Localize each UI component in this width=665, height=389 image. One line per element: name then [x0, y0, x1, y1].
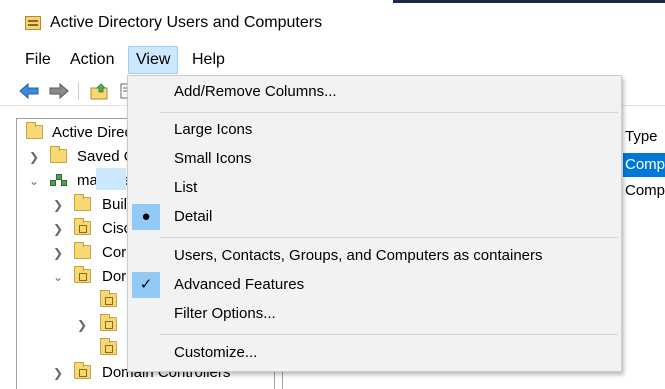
menu-bar: File Action View Help — [0, 46, 665, 74]
menu-item-filter-options[interactable]: Filter Options... — [130, 300, 619, 328]
menu-item-customize[interactable]: Customize... — [130, 339, 619, 367]
app-icon — [25, 16, 41, 30]
menu-separator — [160, 334, 618, 335]
menu-item-small-icons[interactable]: Small Icons — [130, 145, 619, 173]
chevron-right-icon[interactable]: ❯ — [28, 145, 40, 169]
background-window-edge — [393, 0, 665, 3]
tree-item-label: Buil — [102, 196, 128, 213]
ou-folder-icon — [74, 218, 91, 235]
menu-item-label: Users, Contacts, Groups, and Computers a… — [174, 247, 543, 264]
menu-help[interactable]: Help — [185, 46, 232, 74]
menu-item-label: List — [174, 179, 198, 196]
radio-bullet-icon: ● — [132, 204, 160, 230]
aduc-icon — [26, 122, 43, 139]
folder-icon — [74, 242, 91, 259]
tree-item-label: Dor — [102, 268, 127, 285]
menu-item-label: Small Icons — [174, 150, 252, 167]
view-menu-dropdown: Add/Remove Columns... Large Icons Small … — [127, 75, 622, 372]
menu-item-label: Advanced Features — [174, 276, 305, 293]
tree-item-label: Active Direc — [52, 124, 133, 141]
chevron-right-icon[interactable]: ❯ — [76, 313, 88, 337]
folder-icon — [50, 146, 67, 163]
menu-item-detail[interactable]: ● Detail — [130, 203, 619, 231]
chevron-right-icon[interactable]: ❯ — [52, 241, 64, 265]
menu-view[interactable]: View — [128, 46, 179, 74]
forward-button[interactable] — [47, 80, 71, 102]
menu-item-large-icons[interactable]: Large Icons — [130, 116, 619, 144]
chevron-down-icon[interactable]: ⌄ — [28, 169, 40, 193]
menu-item-list[interactable]: List — [130, 174, 619, 202]
chevron-down-icon[interactable]: ⌄ — [52, 265, 64, 289]
menu-separator — [160, 237, 618, 238]
tree-selection-highlight — [96, 168, 126, 190]
up-folder-button[interactable] — [88, 80, 112, 102]
tree-item-label: Cor — [102, 244, 127, 261]
ou-folder-icon — [100, 338, 117, 355]
list-item[interactable]: Comp — [623, 179, 665, 203]
menu-separator — [160, 112, 618, 113]
forward-arrow-icon — [49, 82, 69, 100]
menu-item-label: Detail — [174, 208, 213, 225]
chevron-right-icon[interactable]: ❯ — [52, 361, 64, 385]
chevron-right-icon[interactable]: ❯ — [52, 217, 64, 241]
window-title: Active Directory Users and Computers — [50, 14, 323, 31]
title-bar: Active Directory Users and Computers — [0, 0, 665, 44]
ou-folder-icon — [74, 362, 91, 379]
menu-item-label: Large Icons — [174, 121, 253, 138]
folder-icon — [74, 194, 91, 211]
ou-folder-icon — [100, 314, 117, 331]
checkmark-icon: ✓ — [132, 272, 160, 298]
menu-file[interactable]: File — [18, 46, 58, 74]
column-header-type[interactable]: Type — [625, 128, 658, 145]
up-folder-icon — [90, 83, 108, 100]
back-arrow-icon — [19, 82, 39, 100]
menu-item-label: Filter Options... — [174, 305, 276, 322]
menu-item-containers[interactable]: Users, Contacts, Groups, and Computers a… — [130, 242, 619, 270]
ou-folder-icon — [100, 290, 117, 307]
toolbar-separator — [78, 82, 79, 100]
list-item[interactable]: Comp — [623, 153, 665, 177]
ou-folder-icon — [74, 266, 91, 283]
domain-icon — [50, 172, 68, 188]
chevron-right-icon[interactable]: ❯ — [52, 193, 64, 217]
menu-item-label: Customize... — [174, 344, 258, 361]
menu-action[interactable]: Action — [63, 46, 121, 74]
menu-item-add-remove-columns[interactable]: Add/Remove Columns... — [130, 78, 619, 106]
menu-item-label: Add/Remove Columns... — [174, 83, 337, 100]
back-button[interactable] — [17, 80, 41, 102]
menu-item-advanced-features[interactable]: ✓ Advanced Features — [130, 271, 619, 299]
